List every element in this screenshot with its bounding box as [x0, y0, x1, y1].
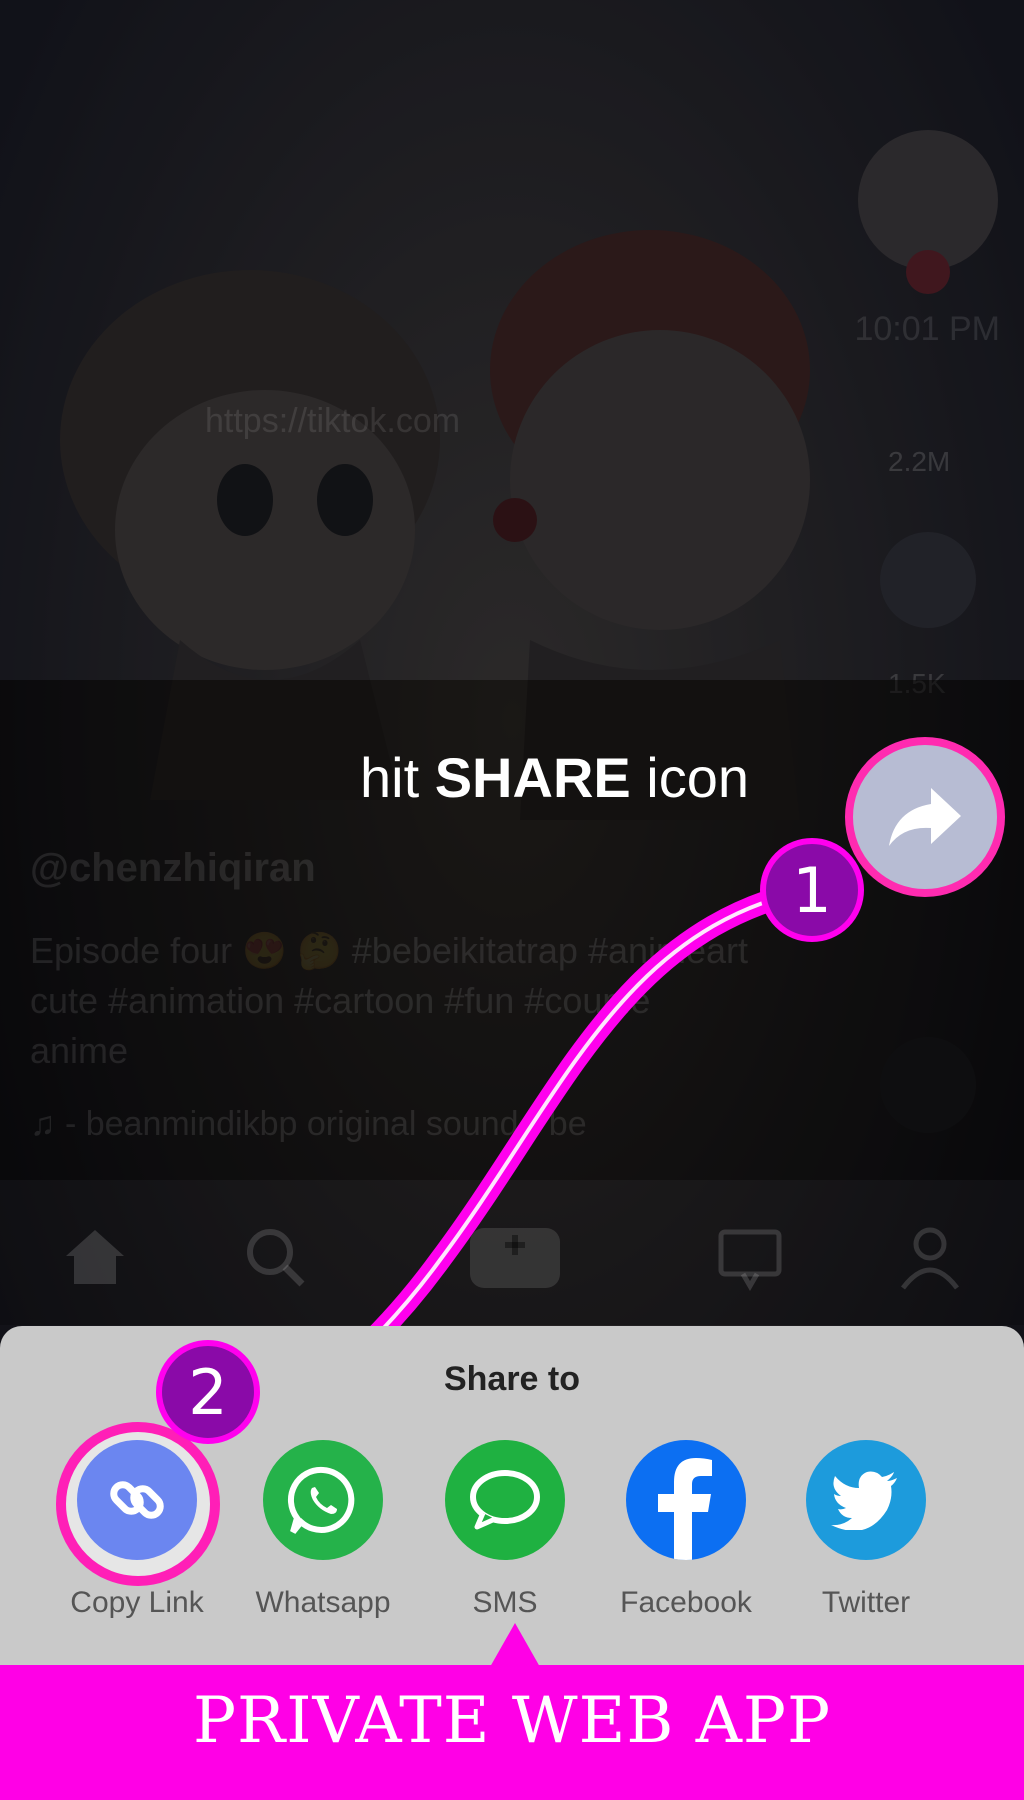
instruction-prefix: hit	[360, 746, 435, 809]
share-option-copy-link[interactable]: Copy Link	[47, 1440, 227, 1630]
profile-icon[interactable]	[895, 1222, 965, 1292]
instruction-emphasis: SHARE	[434, 746, 631, 809]
browser-url: https://tiktok.com	[205, 402, 461, 440]
banner-pointer	[490, 1623, 540, 1667]
share-option-label: Twitter	[821, 1586, 911, 1619]
status-bar: 10:01 PM	[30, 300, 1000, 360]
share-option-label: Facebook	[620, 1586, 752, 1619]
link-icon[interactable]	[77, 1440, 197, 1560]
share-option-facebook[interactable]: Facebook	[596, 1440, 776, 1630]
share-option-label: Whatsapp	[255, 1586, 391, 1619]
twitter-icon[interactable]	[806, 1440, 926, 1560]
share-option-label: Copy Link	[70, 1586, 204, 1619]
share-option-whatsapp[interactable]: Whatsapp	[233, 1440, 413, 1630]
banner-text: PRIVATE WEB APP	[192, 1684, 832, 1758]
likes-count: 2.2M	[888, 446, 951, 477]
video-caption-line: cute #animation #cartoon #fun #couple	[30, 980, 651, 1021]
video-caption-line: anime	[30, 1030, 129, 1071]
search-icon[interactable]	[240, 1222, 310, 1292]
create-icon[interactable]	[460, 1222, 570, 1292]
share-option-twitter[interactable]: Twitter	[776, 1440, 956, 1630]
instruction-suffix: icon	[630, 746, 750, 809]
instruction-text: hit SHARE icon	[360, 745, 749, 810]
video-username: @chenzhiqiran	[30, 846, 316, 890]
video-caption-line: Episode four 😍 🤔 #bebeikitatrap #animear…	[30, 930, 749, 971]
whatsapp-icon[interactable]	[263, 1440, 383, 1560]
facebook-icon[interactable]	[626, 1440, 746, 1560]
sms-icon[interactable]	[445, 1440, 565, 1560]
share-sheet-title: Share to	[443, 1360, 581, 1398]
home-icon[interactable]	[60, 1222, 130, 1292]
step-badge-1: 1	[760, 838, 864, 942]
share-button[interactable]	[845, 737, 1005, 897]
video-music-label: ♫ - beanmindikbp original sound - be	[30, 1105, 587, 1143]
share-option-label: SMS	[472, 1586, 538, 1619]
share-option-sms[interactable]: SMS	[415, 1440, 595, 1630]
step-badge-2: 2	[156, 1340, 260, 1444]
share-arrow-icon	[889, 788, 961, 846]
inbox-icon[interactable]	[715, 1222, 785, 1292]
status-time: 10:01 PM	[854, 310, 1000, 348]
